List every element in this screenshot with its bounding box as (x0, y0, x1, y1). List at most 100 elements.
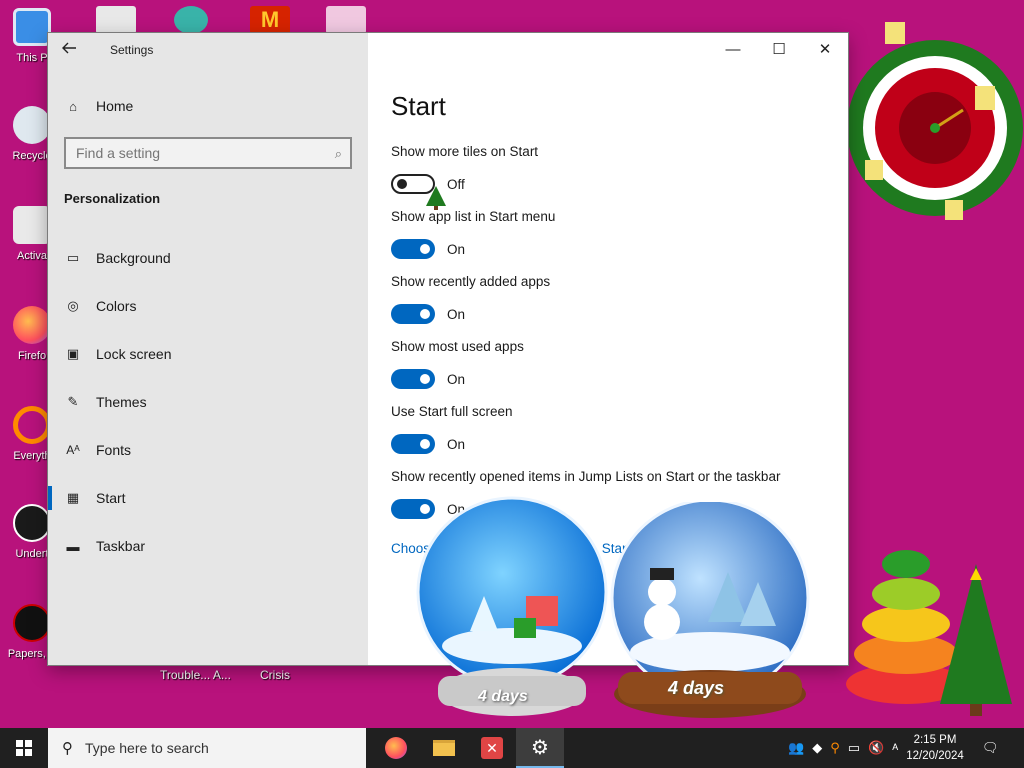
setting-most-used: Show most used apps On (391, 339, 831, 389)
toggle-switch[interactable] (391, 304, 435, 324)
everything-tray-icon[interactable]: ⚲ (830, 740, 840, 756)
ime-icon[interactable]: ᴬ (892, 741, 898, 756)
setting-label: Show app list in Start menu (391, 209, 556, 224)
gear-icon: ⚙ (531, 736, 549, 759)
taskbar: ⚲ Type here to search ✕ ⚙ 👥 ◆ ⚲ ▭ 🔇 ᴬ 2:… (0, 728, 1024, 768)
sidebar-item-themes[interactable]: ✎ Themes (48, 382, 368, 422)
windows-logo-icon (16, 740, 32, 756)
taskbar-icon: ▬ (66, 538, 80, 554)
folder-icon (433, 740, 455, 756)
search-box: ⌕ (64, 137, 352, 169)
folder-icon (13, 206, 51, 244)
everything-search-icon (13, 406, 51, 444)
system-clock[interactable]: 2:15 PM 12/20/2024 (904, 732, 966, 764)
taskbar-settings[interactable]: ⚙ (516, 728, 564, 768)
sidebar-item-background[interactable]: ▭ Background (48, 238, 368, 278)
close-x-icon: ✕ (481, 737, 503, 759)
setting-label: Show recently added apps (391, 274, 551, 289)
toggle-state: On (447, 241, 466, 257)
sidebar-item-label: Taskbar (96, 538, 146, 554)
system-tray: 👥 ◆ ⚲ ▭ 🔇 ᴬ (788, 728, 898, 768)
search-icon: ⚲ (62, 740, 73, 757)
sidebar-item-label: Background (96, 250, 171, 266)
toggle-switch[interactable] (391, 434, 435, 454)
page-title: Start (391, 91, 446, 121)
network-icon[interactable]: ▭ (848, 740, 860, 756)
desktop-app-icon[interactable] (174, 6, 208, 34)
taskbar-app-x[interactable]: ✕ (468, 728, 516, 768)
desktop-icon-label: Crisis (260, 668, 290, 682)
sidebar-item-taskbar[interactable]: ▬ Taskbar (48, 526, 368, 566)
toggle-knob (420, 244, 430, 254)
themes-icon: ✎ (67, 394, 79, 409)
sidebar-item-fonts[interactable]: Aᴬ Fonts (48, 430, 368, 470)
drop-icon[interactable]: ◆ (812, 740, 822, 756)
search-icon: ⌕ (334, 146, 342, 161)
toggle-state: Off (447, 176, 465, 192)
mcdonalds-logo: M (260, 7, 280, 32)
mcdonalds-icon[interactable]: M (250, 6, 290, 34)
christmas-tree-decoration (846, 550, 1012, 716)
days-left-text: 4 days (668, 678, 725, 698)
setting-label: Show most used apps (391, 339, 524, 354)
firefox-icon (13, 306, 51, 344)
sidebar-item-label: Home (96, 98, 134, 114)
back-arrow-icon[interactable] (60, 39, 82, 59)
setting-more-tiles: Show more tiles on Start Off (391, 144, 831, 194)
toggle-knob (420, 439, 430, 449)
sidebar-item-lock-screen[interactable]: ▣ Lock screen (48, 334, 368, 374)
lock-screen-icon: ▣ (66, 346, 80, 361)
setting-app-list: Show app list in Start menu On (391, 209, 831, 259)
toggle-switch[interactable] (391, 239, 435, 259)
sidebar-item-colors[interactable]: ◎ Colors (48, 286, 368, 326)
find-setting-input[interactable] (66, 139, 316, 167)
palette-icon: ◎ (67, 298, 79, 313)
toggle-state: On (447, 436, 466, 452)
recycle-bin-icon (13, 106, 51, 144)
taskbar-firefox[interactable] (372, 728, 420, 768)
clock-date: 12/20/2024 (906, 750, 964, 762)
toggle-knob (420, 374, 430, 384)
notification-button[interactable]: 🗨 (982, 728, 1002, 768)
desktop-app-icon[interactable] (326, 6, 366, 34)
titlebar: Settings (48, 33, 368, 65)
toggle-knob (397, 179, 407, 189)
snow-globe-right: 4 days (608, 498, 812, 722)
computer-icon (13, 8, 51, 46)
window-title: Settings (110, 43, 154, 57)
section-heading: Personalization (64, 191, 161, 206)
image-icon: ▭ (66, 250, 80, 265)
sidebar-item-label: Fonts (96, 442, 132, 458)
notification-icon: 🗨 (982, 740, 999, 755)
people-icon[interactable]: 👥 (788, 740, 804, 756)
desktop-icon-label: Trouble... A... (160, 668, 231, 682)
start-icon: ▦ (66, 490, 80, 505)
sidebar-item-label: Lock screen (96, 346, 172, 362)
sidebar-item-start[interactable]: ▦ Start (48, 478, 368, 518)
snow-globe-left: 4 days (414, 496, 610, 722)
papers-please-icon (13, 604, 51, 642)
clock-time: 2:15 PM (913, 734, 957, 746)
taskbar-search[interactable]: ⚲ Type here to search (48, 728, 366, 768)
settings-sidebar: Settings ⌂ Home ⌕ Personalization ▭ Back… (48, 33, 368, 665)
volume-muted-icon[interactable]: 🔇 (868, 740, 884, 756)
sidebar-item-label: Colors (96, 298, 137, 314)
desktop-app-icon[interactable] (96, 6, 136, 34)
sidebar-item-home[interactable]: ⌂ Home (48, 86, 368, 126)
taskbar-search-placeholder: Type here to search (85, 740, 209, 756)
sidebar-item-label: Start (96, 490, 126, 506)
taskbar-file-explorer[interactable] (420, 728, 468, 768)
firefox-icon (385, 737, 407, 759)
toggle-state: On (447, 371, 466, 387)
undertale-icon (13, 504, 51, 542)
setting-label: Use Start full screen (391, 404, 513, 419)
setting-label: Show recently opened items in Jump Lists… (391, 469, 781, 484)
days-left-text: 4 days (478, 688, 528, 705)
home-icon: ⌂ (69, 98, 77, 114)
fonts-icon: Aᴬ (66, 443, 80, 457)
toggle-switch[interactable] (391, 369, 435, 389)
setting-recently-added: Show recently added apps On (391, 274, 831, 324)
setting-full-screen: Use Start full screen On (391, 404, 831, 454)
toggle-knob (420, 309, 430, 319)
start-button[interactable] (0, 728, 48, 768)
